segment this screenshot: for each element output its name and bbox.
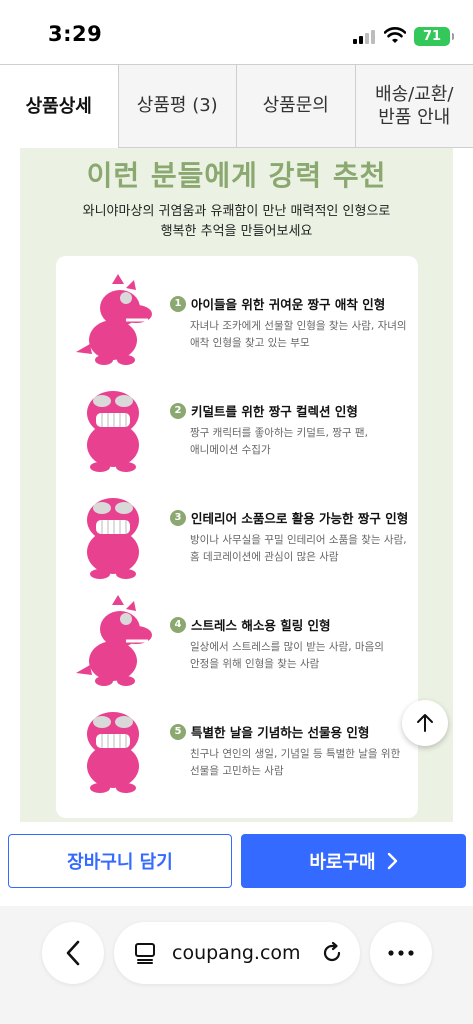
- item-title: 스트레스 해소용 힐링 인형: [191, 618, 331, 633]
- recommendation-item-1: 1 아이들을 위한 귀여운 짱구 애착 인형 자녀나 조카에게 선물할 인형을 …: [56, 264, 418, 372]
- tab-inquiry[interactable]: 상품문의: [236, 65, 355, 148]
- item-number-badge: 4: [170, 616, 186, 633]
- arrow-up-icon: [417, 714, 433, 732]
- recommendation-item-4: 4 스트레스 해소용 힐링 인형 일상에서 스트레스를 많이 받는 사람, 마음…: [56, 585, 418, 693]
- recommendation-item-5: 5 특별한 날을 기념하는 선물용 인형 친구나 연인의 생일, 기념일 등 특…: [56, 692, 418, 800]
- status-bar: 3:29 71: [0, 0, 473, 64]
- add-to-cart-label: 장바구니 담기: [67, 852, 173, 873]
- buy-now-label: 바로구매: [309, 852, 376, 873]
- item-description: 짱구 캐릭터를 좋아하는 키덜트, 짱구 팬, 애니메이션 수집가: [190, 427, 368, 456]
- reader-icon: [135, 943, 155, 964]
- wifi-icon: [384, 27, 406, 43]
- status-time: 3:29: [48, 22, 103, 46]
- item-title: 특별한 날을 기념하는 선물용 인형: [191, 725, 370, 740]
- battery-icon: 71: [414, 27, 454, 46]
- recommendation-card: 1 아이들을 위한 귀여운 짱구 애착 인형 자녀나 조카에게 선물할 인형을 …: [56, 256, 418, 818]
- item-number-badge: 3: [170, 509, 186, 526]
- item-title: 인테리어 소품으로 활용 가능한 짱구 인형: [191, 511, 409, 526]
- item-number-badge: 2: [170, 402, 186, 419]
- tab-reviews[interactable]: 상품평 (3): [117, 65, 236, 148]
- pink-dinosaur-plush-image: [87, 712, 139, 793]
- add-to-cart-button[interactable]: 장바구니 담기: [8, 834, 232, 888]
- item-title: 아이들을 위한 귀여운 짱구 애착 인형: [191, 297, 386, 312]
- purchase-bar: 장바구니 담기 바로구매: [0, 822, 473, 906]
- item-number-badge: 1: [170, 295, 186, 312]
- signal-icon: [353, 30, 375, 44]
- item-title: 키덜트를 위한 짱구 컬렉션 인형: [191, 404, 358, 419]
- pink-dinosaur-plush-image: [76, 274, 152, 365]
- more-icon: [388, 950, 414, 956]
- pink-dinosaur-plush-image: [87, 498, 139, 579]
- recommendation-subline: 와니야마상의 귀염움과 유쾌함이 만난 매력적인 인형으로 행복한 추억을 만들…: [82, 204, 391, 239]
- back-button[interactable]: [42, 922, 104, 984]
- pink-dinosaur-plush-image: [87, 391, 139, 472]
- item-description: 자녀나 조카에게 선물할 인형을 찾는 사람, 자녀의 애착 인형을 찾고 있는…: [190, 320, 407, 349]
- tab-product-detail[interactable]: 상품상세: [0, 65, 118, 148]
- url-text: coupang.com: [172, 942, 301, 964]
- recommendation-item-3: 3 인테리어 소품으로 활용 가능한 짱구 인형 방이나 사무실을 꾸밀 인테리…: [56, 478, 418, 586]
- product-detail-content: 이런 분들에게 강력 추천 와니야마상의 귀염움과 유쾌함이 만난 매력적인 인…: [20, 148, 453, 822]
- address-bar[interactable]: coupang.com: [114, 922, 360, 984]
- item-description: 방이나 사무실을 꾸밀 인테리어 소품을 찾는 사람, 홈 데코레이션에 관심이…: [190, 534, 407, 563]
- recommendation-item-2: 2 키덜트를 위한 짱구 컬렉션 인형 짱구 캐릭터를 좋아하는 키덜트, 짱구…: [56, 371, 418, 479]
- scroll-to-top-button[interactable]: [402, 700, 448, 746]
- recommendation-headline: 이런 분들에게 강력 추천: [86, 159, 387, 192]
- tab-shipping-return[interactable]: 배송/교환/ 반품 안내: [354, 65, 473, 148]
- item-number-badge: 5: [170, 723, 186, 740]
- more-options-button[interactable]: [370, 922, 432, 984]
- chevron-right-icon: [387, 852, 397, 870]
- pink-dinosaur-plush-image: [76, 595, 152, 686]
- buy-now-button[interactable]: 바로구매: [241, 834, 466, 888]
- product-tabs: 상품상세 상품평 (3) 상품문의 배송/교환/ 반품 안내: [0, 64, 473, 148]
- item-description: 일상에서 스트레스를 많이 받는 사람, 마음의 안정을 위해 인형을 찾는 사…: [190, 641, 384, 670]
- browser-toolbar: coupang.com: [0, 906, 473, 1024]
- reload-icon[interactable]: [320, 941, 344, 965]
- item-description: 친구나 연인의 생일, 기념일 등 특별한 날을 위한 선물을 고민하는 사람: [190, 748, 401, 777]
- chevron-left-icon: [66, 940, 80, 966]
